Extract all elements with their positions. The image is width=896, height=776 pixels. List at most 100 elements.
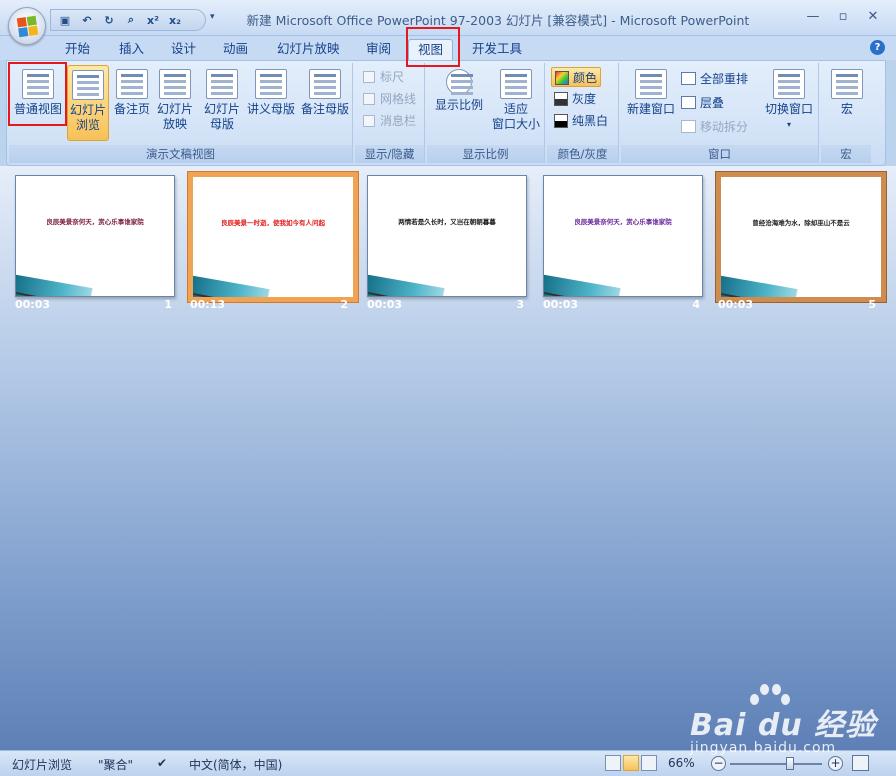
- slide-wave-decoration: [544, 274, 650, 296]
- arrange-all-icon: [681, 72, 696, 85]
- group-label-show-hide: 显示/隐藏: [355, 145, 424, 163]
- customize-qat-icon[interactable]: ▾: [210, 12, 215, 22]
- slide-sorter-button[interactable]: 幻灯片 浏览: [67, 65, 109, 141]
- macros-icon: [831, 69, 863, 99]
- gridlines-check-icon: [363, 93, 375, 105]
- slide-thumbnail-1[interactable]: 良辰美景奈何天，赏心乐事谁家院: [15, 175, 177, 299]
- notes-master-button[interactable]: 备注母版: [299, 65, 351, 141]
- switch-window-label: 切换窗口: [764, 102, 813, 116]
- slide-number: 5: [868, 298, 876, 311]
- zoom-button[interactable]: 显示比例: [431, 65, 487, 141]
- pure-bw-label: 纯黑白: [572, 114, 609, 128]
- maximize-button[interactable]: ▫: [830, 6, 856, 26]
- slideshow-shortcut-icon[interactable]: [641, 755, 657, 771]
- new-window-button[interactable]: 新建窗口: [623, 65, 679, 141]
- group-macros: 宏 宏: [821, 63, 871, 163]
- slide-number: 4: [692, 298, 700, 311]
- fit-window-label-1: 适应: [503, 102, 528, 116]
- macros-label: 宏: [840, 102, 853, 116]
- ribbon-tabs: 开始 插入 设计 动画 幻灯片放映 审阅 视图 开发工具: [0, 36, 896, 60]
- message-bar-checkbox[interactable]: 消息栏: [363, 111, 416, 131]
- tab-animations[interactable]: 动画: [214, 39, 257, 60]
- redo-icon[interactable]: ↻: [101, 12, 117, 28]
- fit-to-window-icon[interactable]: [852, 755, 869, 771]
- cascade-label: 层叠: [700, 96, 725, 110]
- spell-check-icon[interactable]: ✔: [157, 756, 167, 770]
- tab-view[interactable]: 视图: [408, 39, 454, 60]
- gridlines-checkbox[interactable]: 网格线: [363, 89, 416, 109]
- office-button[interactable]: [8, 7, 46, 45]
- slide-thumbnail-3[interactable]: 两情若是久长时，又岂在朝朝暮暮: [367, 175, 529, 299]
- move-split-icon: [681, 120, 696, 133]
- slide-thumbnail-4[interactable]: 良辰美景奈何天，赏心乐事谁家院: [543, 175, 705, 299]
- group-zoom: 显示比例 适应 窗口大小 显示比例: [427, 63, 545, 163]
- slide-sorter-shortcut-icon[interactable]: [623, 755, 639, 771]
- group-label-window: 窗口: [621, 145, 818, 163]
- tab-home[interactable]: 开始: [56, 39, 99, 60]
- zoom-slider-track[interactable]: [730, 763, 822, 765]
- status-language[interactable]: 中文(简体，中国): [189, 756, 282, 773]
- save-icon[interactable]: ▣: [57, 12, 73, 28]
- subscript-icon[interactable]: x₂: [167, 12, 183, 28]
- tab-developer[interactable]: 开发工具: [463, 39, 531, 60]
- tab-design[interactable]: 设计: [162, 39, 205, 60]
- group-label-color: 颜色/灰度: [547, 145, 618, 163]
- slide-preview[interactable]: 良辰美景一时逝，使我如今有人问起: [188, 172, 358, 302]
- status-theme-name[interactable]: "聚合": [98, 756, 133, 773]
- zoom-out-icon[interactable]: −: [711, 756, 726, 771]
- tab-insert[interactable]: 插入: [110, 39, 153, 60]
- slide-sorter-pane[interactable]: 良辰美景奈何天，赏心乐事谁家院 00:03 1 良辰美景一时逝，使我如今有人问起…: [0, 166, 896, 750]
- notes-page-button[interactable]: 备注页: [111, 65, 153, 141]
- normal-view-button[interactable]: 普通视图: [11, 65, 65, 141]
- slide-preview[interactable]: 良辰美景奈何天，赏心乐事谁家院: [15, 175, 175, 297]
- slide-timing: 00:03: [367, 298, 403, 311]
- zoom-level[interactable]: 66%: [668, 756, 695, 770]
- undo-icon[interactable]: ↶: [79, 12, 95, 28]
- color-swatch-icon: [555, 71, 569, 85]
- switch-window-button[interactable]: 切换窗口 ▾: [761, 65, 817, 141]
- normal-view-shortcut-icon[interactable]: [605, 755, 621, 771]
- slide-wave-decoration: [16, 274, 122, 296]
- color-button[interactable]: 颜色: [551, 67, 602, 87]
- slide-thumbnail-5[interactable]: 曾经沧海难为水，除却巫山不是云: [716, 172, 886, 302]
- zoom-slider-thumb[interactable]: [786, 757, 794, 770]
- print-preview-icon[interactable]: ⌕: [123, 12, 139, 28]
- gridlines-label: 网格线: [380, 92, 417, 106]
- handout-master-button[interactable]: 讲义母版: [245, 65, 297, 141]
- zoom-in-icon[interactable]: +: [828, 756, 843, 771]
- pure-bw-button[interactable]: 纯黑白: [554, 111, 608, 131]
- slide-master-label-2: 母版: [209, 117, 234, 131]
- cascade-button[interactable]: 层叠: [681, 93, 724, 113]
- close-button[interactable]: ✕: [860, 6, 886, 26]
- slide-timing: 00:13: [190, 298, 226, 311]
- help-icon[interactable]: ?: [870, 40, 885, 55]
- switch-window-icon: [773, 69, 805, 99]
- slide-master-button[interactable]: 幻灯片 母版: [201, 65, 243, 141]
- slide-text: 曾经沧海难为水，除却巫山不是云: [752, 219, 850, 227]
- slide-text: 良辰美景奈何天，赏心乐事谁家院: [46, 218, 144, 226]
- slide-thumbnail-2[interactable]: 良辰美景一时逝，使我如今有人问起: [188, 172, 358, 302]
- macros-button[interactable]: 宏: [827, 65, 867, 141]
- title-bar: ▣ ↶ ↻ ⌕ x² x₂ ▾ 新建 Microsoft Office Powe…: [0, 0, 896, 36]
- handout-master-label: 讲义母版: [246, 102, 295, 116]
- baidu-paw-icon: [748, 680, 790, 712]
- ruler-checkbox[interactable]: 标尺: [363, 67, 404, 87]
- slide-preview[interactable]: 良辰美景奈何天，赏心乐事谁家院: [543, 175, 703, 297]
- tab-slideshow[interactable]: 幻灯片放映: [268, 39, 349, 60]
- notes-page-icon: [116, 69, 148, 99]
- grayscale-button[interactable]: 灰度: [554, 89, 596, 109]
- superscript-icon[interactable]: x²: [145, 12, 161, 28]
- tab-review[interactable]: 审阅: [357, 39, 400, 60]
- slide-master-icon: [206, 69, 238, 99]
- slide-preview[interactable]: 曾经沧海难为水，除却巫山不是云: [716, 172, 886, 302]
- slide-preview[interactable]: 两情若是久长时，又岂在朝朝暮暮: [367, 175, 527, 297]
- normal-view-label: 普通视图: [13, 102, 62, 116]
- slide-sorter-icon: [72, 70, 104, 100]
- arrange-all-button[interactable]: 全部重排: [681, 69, 748, 89]
- minimize-button[interactable]: —: [800, 6, 826, 26]
- slide-timing: 00:03: [543, 298, 579, 311]
- notes-master-icon: [309, 69, 341, 99]
- fit-window-button[interactable]: 适应 窗口大小: [489, 65, 543, 141]
- move-split-button[interactable]: 移动拆分: [681, 117, 748, 137]
- slideshow-button[interactable]: 幻灯片 放映: [153, 65, 197, 141]
